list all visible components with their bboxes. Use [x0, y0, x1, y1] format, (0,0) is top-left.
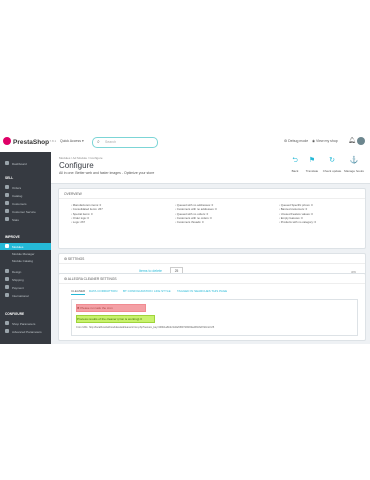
sidebar-item-dashboard[interactable]: Dashboard [0, 160, 51, 167]
sidebar-section-improve: IMPROVE [5, 235, 20, 239]
sidebar-section-sell: SELL [5, 176, 14, 180]
account-avatar[interactable] [357, 137, 365, 145]
sidebar-sub-module-manager[interactable]: Module Manager [12, 252, 35, 256]
advanced-icon [5, 329, 9, 333]
manage-hooks-button[interactable]: ⚓ Manage hooks [344, 156, 364, 173]
version-label: 1.7.8.1 [47, 139, 57, 143]
puzzle-icon [5, 244, 9, 248]
sidebar-item-orders[interactable]: Orders [0, 184, 51, 191]
design-icon [5, 269, 9, 273]
translate-button[interactable]: ⚑ Translate [302, 156, 322, 173]
sidebar: Dashboard SELL Orders Catalog Customers … [0, 152, 51, 344]
overview-stat: Logs: 267 [71, 220, 85, 224]
page-subtitle: All in one: Better web and faster images… [59, 171, 155, 175]
cron-warning-alert: ✖ Please run task the cron [76, 304, 146, 312]
tab-tagged-searches[interactable]: TAGGED IN SEARCHES THIS PAGE [177, 289, 227, 293]
page-header: Modules / Ad Module / Configure Configur… [51, 152, 370, 184]
settings-icon [5, 321, 9, 325]
sidebar-item-international[interactable]: International [0, 292, 51, 299]
flag-icon: ⚑ [308, 157, 316, 164]
overview-heading: OVERVIEW [64, 192, 82, 196]
overview-stat: Products with no category: 0 [279, 220, 316, 224]
sidebar-section-configure: CONFIGURE [5, 312, 25, 316]
search-placeholder: Search [105, 140, 117, 144]
catalog-icon [5, 193, 9, 197]
panel-divider [59, 263, 365, 264]
chat-icon [5, 209, 9, 213]
payment-icon [5, 285, 9, 289]
settings-heading: ⚙ SETTINGS [64, 257, 85, 261]
cron-url[interactable]: Cron URL: http://localhost/ad/modules/ad… [76, 326, 214, 329]
orders-icon [5, 185, 9, 189]
sidebar-item-advanced-parameters[interactable]: Advanced Parameters [0, 328, 51, 335]
search-icon: ⌕ [97, 139, 100, 145]
page-title: Configure [59, 161, 94, 170]
sidebar-item-shop-parameters[interactable]: Shop Parameters [0, 320, 51, 327]
stats-icon [5, 217, 9, 221]
view-shop-link[interactable]: ◉ View my shop [312, 139, 338, 143]
breadcrumb[interactable]: Modules / Ad Module / Configure [59, 156, 103, 160]
sidebar-item-customer-service[interactable]: Customer Service [0, 208, 51, 215]
tab-life-style[interactable]: LIFE STYLE [154, 289, 171, 293]
cron-status-box: ✖ Please run task the cron Process resul… [71, 299, 358, 336]
admin-viewport: PrestaShop 1.7.8.1 Quick Access ▾ ⌕ Sear… [0, 133, 370, 344]
overview-panel: OVERVIEW Manufacturers items: 0Consolida… [58, 188, 366, 249]
truck-icon [5, 277, 9, 281]
prestashop-logo[interactable]: PrestaShop [3, 137, 49, 146]
cleaner-settings-heading: ⚙ ALLEGRA CLEANER SETTINGS [64, 277, 117, 281]
anchor-icon: ⚓ [349, 157, 359, 164]
prestashop-logo-icon [3, 137, 11, 145]
tab-data-corruption[interactable]: DATA CORRUPTION [89, 289, 117, 293]
sidebar-item-catalog[interactable]: Catalog [0, 192, 51, 199]
globe-icon [5, 293, 9, 297]
sidebar-item-shipping[interactable]: Shipping [0, 276, 51, 283]
panel-divider [59, 198, 365, 199]
sidebar-item-design[interactable]: Design [0, 268, 51, 275]
search-input[interactable]: ⌕ Search [92, 137, 158, 148]
top-bar: PrestaShop 1.7.8.1 Quick Access ▾ ⌕ Sear… [0, 133, 370, 153]
tab-cleaner[interactable]: CLEANER [71, 289, 86, 295]
trending-icon [5, 161, 9, 165]
sidebar-item-payment[interactable]: Payment [0, 284, 51, 291]
overview-stat: Customers threads: 0 [175, 220, 204, 224]
sidebar-item-modules[interactable]: Modules [0, 243, 51, 250]
cleaner-settings-panel: ⚙ ALLEGRA CLEANER SETTINGS CLEANER DATA … [58, 273, 366, 341]
tab-bt-configuration[interactable]: BT CONFIGURATION [123, 289, 153, 293]
quick-access-menu[interactable]: Quick Access ▾ [60, 139, 84, 143]
refresh-icon: ↻ [329, 157, 335, 164]
sidebar-item-customers[interactable]: Customers [0, 200, 51, 207]
notifications-icon[interactable]: 🔔︎ [348, 137, 356, 144]
customers-icon [5, 201, 9, 205]
check-update-button[interactable]: ↻ Check update [322, 156, 342, 173]
panel-divider [59, 283, 365, 284]
cron-success-alert: Process results of the cleaner (cron is … [76, 315, 155, 323]
debug-mode-link[interactable]: ⚙ Debug mode [284, 139, 308, 143]
sidebar-sub-module-catalog[interactable]: Module Catalog [12, 259, 33, 263]
sidebar-item-stats[interactable]: Stats [0, 216, 51, 223]
